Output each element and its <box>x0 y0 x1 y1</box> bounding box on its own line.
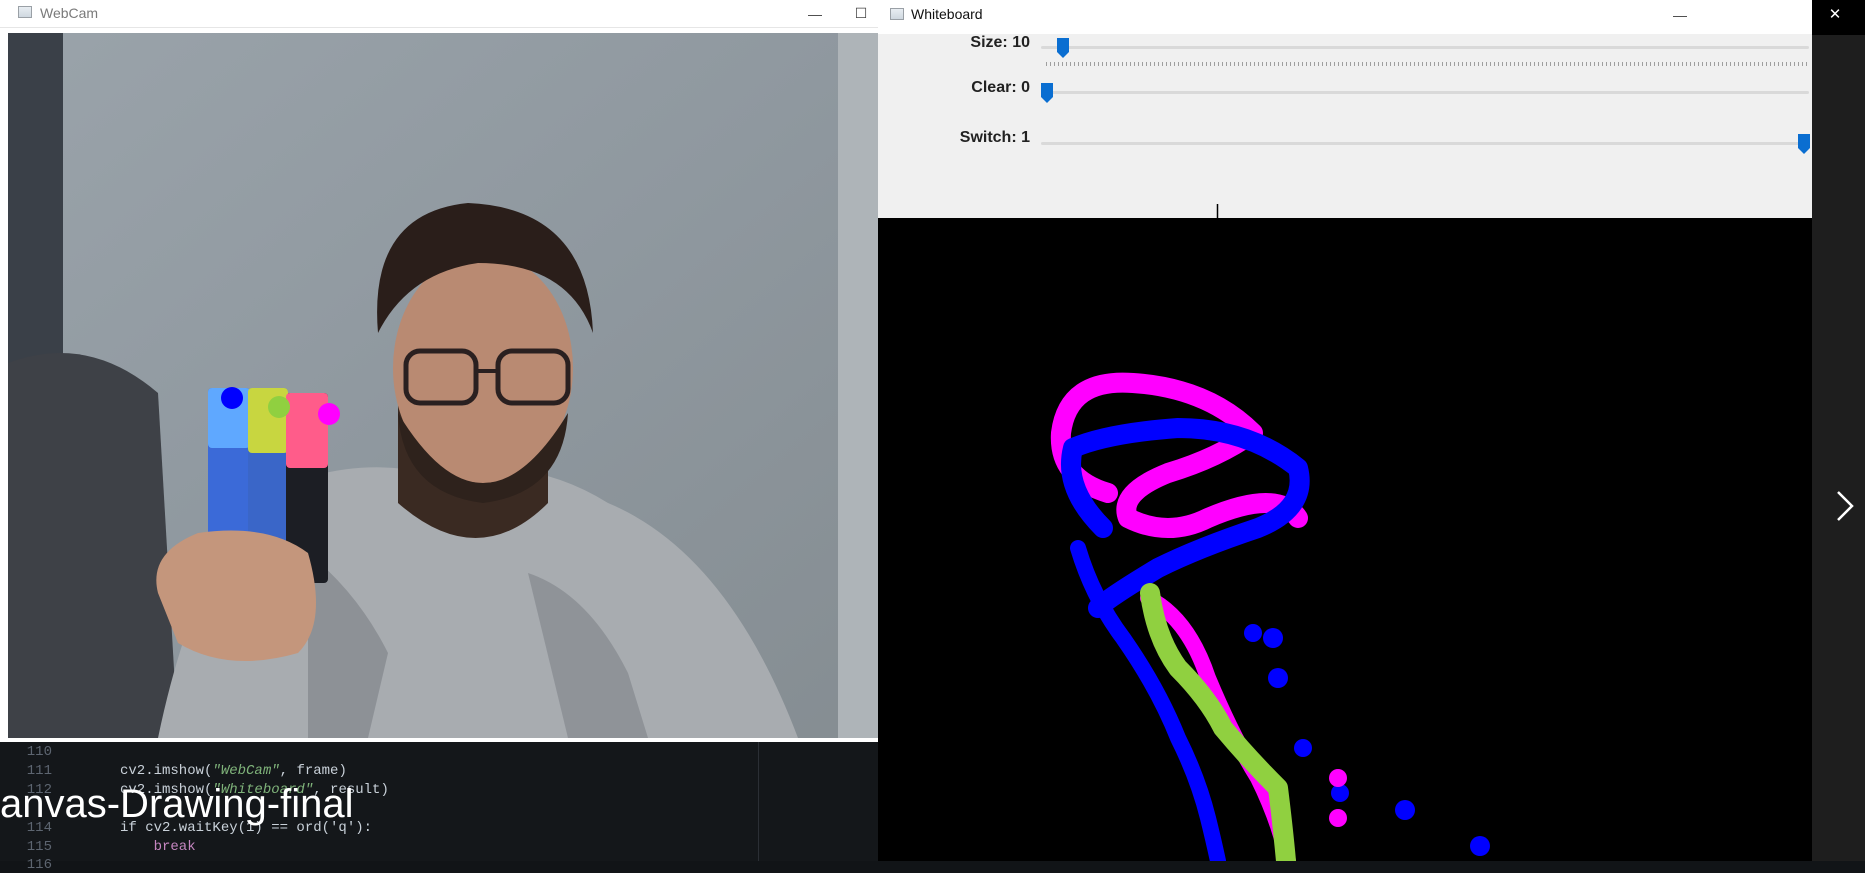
webcam-image <box>8 33 878 738</box>
app-icon <box>890 8 904 20</box>
webcam-window: WebCam — ☐ <box>0 0 878 742</box>
whiteboard-titlebar[interactable]: Whiteboard — <box>878 0 1812 34</box>
maximize-button[interactable]: ☐ <box>846 0 876 27</box>
app-icon <box>18 6 32 18</box>
editor-divider <box>758 742 759 861</box>
system-window-controls: — ❐ ✕ <box>1695 0 1865 27</box>
trackbar-label-size: Size: 10 <box>970 34 1030 51</box>
trackbar-thumb-size[interactable] <box>1057 38 1069 58</box>
line-number: 110 <box>26 744 52 760</box>
whiteboard-canvas[interactable] <box>878 218 1812 871</box>
trackbar-panel: Size: 10 Clear: 0 Switch: 1 <box>878 34 1812 218</box>
line-number: 115 <box>26 839 52 855</box>
whiteboard-title: Whiteboard <box>911 6 983 22</box>
whiteboard-window: Whiteboard — Size: 10 Clear: 0 Switch: 1 <box>878 0 1812 871</box>
code-string: "WebCam" <box>212 763 280 779</box>
line-number: 111 <box>26 763 52 779</box>
system-restore-button[interactable]: ❐ <box>1751 0 1807 27</box>
trackbar-label-switch: Switch: 1 <box>959 129 1030 146</box>
chevron-right-icon[interactable] <box>1833 488 1857 524</box>
video-title-overlay: anvas-Drawing-final <box>0 782 354 826</box>
code-text: cv2.imshow( <box>120 763 213 779</box>
trackbar-label-clear: Clear: 0 <box>971 79 1030 96</box>
trackbar-switch[interactable] <box>1041 142 1809 145</box>
minimize-button[interactable]: — <box>792 0 838 27</box>
line-number: 116 <box>26 857 52 873</box>
webcam-titlebar[interactable]: WebCam — ☐ <box>0 0 878 28</box>
drawing-strokes <box>1050 372 1490 871</box>
code-text: , frame) <box>279 763 347 779</box>
system-close-button[interactable]: ✕ <box>1807 0 1863 27</box>
trackbar-thumb-switch[interactable] <box>1798 134 1810 154</box>
minimize-button[interactable]: — <box>1660 0 1700 30</box>
trackbar-thumb-clear[interactable] <box>1041 83 1053 103</box>
code-line: cv2.imshow("WebCam", frame) <box>120 763 347 779</box>
webcam-feed <box>8 33 878 738</box>
trackbar-ticks <box>1046 62 1808 66</box>
trackbar-size[interactable] <box>1041 46 1809 49</box>
trackbar-clear[interactable] <box>1041 91 1809 94</box>
system-minimize-button[interactable]: — <box>1695 0 1751 27</box>
crosshair-cursor-icon <box>1210 204 1225 234</box>
webcam-title: WebCam <box>40 5 99 21</box>
code-line: break <box>120 839 196 855</box>
desktop-background <box>1812 0 1865 861</box>
